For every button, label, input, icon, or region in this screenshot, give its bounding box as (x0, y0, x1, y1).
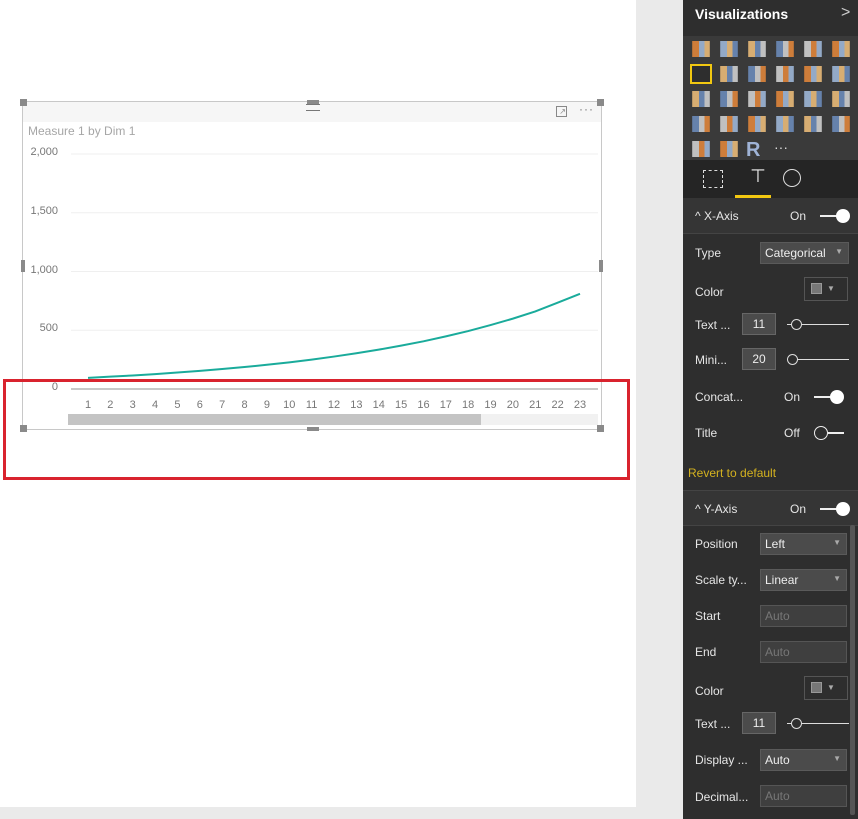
concatenate-state: On (784, 390, 801, 404)
display-units-label: Display ... (695, 753, 748, 767)
y-text-size-input[interactable]: 11 (742, 712, 776, 734)
y-axis-title: Y-Axis (703, 502, 738, 516)
y-color-label: Color (695, 684, 724, 698)
y-text-size-slider[interactable] (787, 718, 849, 729)
display-units-value: Auto (765, 753, 790, 767)
kpi-icon[interactable] (832, 116, 850, 132)
end-label: End (695, 645, 717, 659)
resize-handle-top[interactable] (307, 100, 319, 104)
type-dropdown[interactable]: Categorical ▼ (760, 242, 849, 264)
r-visual-icon[interactable]: R (746, 139, 768, 161)
y-axis-toggle[interactable] (820, 502, 850, 516)
x-text-size-slider[interactable] (787, 319, 849, 330)
start-input[interactable]: Auto (760, 605, 847, 627)
gauge-icon[interactable] (748, 116, 766, 132)
card-icon[interactable] (804, 116, 822, 132)
min-category-width-input[interactable]: 20 (742, 348, 776, 370)
multi-row-card-icon[interactable] (776, 116, 794, 132)
resize-handle-tr[interactable] (597, 99, 604, 106)
clustered-bar-icon[interactable] (748, 41, 766, 57)
y-axis-section-header[interactable]: ^ Y-Axis On (683, 490, 858, 526)
pane-tabs: ⊤ (683, 160, 858, 198)
y-text-size-label: Text ... (695, 717, 731, 731)
x-axis-state: On (790, 209, 807, 223)
start-label: Start (695, 609, 721, 623)
y-color-picker[interactable]: ▼ (804, 676, 848, 700)
treemap-icon[interactable] (748, 91, 766, 107)
y-tick-label: 2,000 (30, 146, 58, 158)
x-axis-title: X-Axis (703, 209, 739, 223)
x-text-size-label: Text ... (695, 318, 731, 332)
type-value: Categorical (765, 246, 826, 260)
x-axis-header: ^ X-Axis (695, 209, 739, 223)
type-label: Type (695, 246, 722, 260)
scale-type-dropdown[interactable]: Linear ▼ (760, 569, 847, 591)
min-category-width-label: Mini... (695, 353, 728, 367)
100-stacked-bar-icon[interactable] (804, 41, 822, 57)
ribbon-chart-icon[interactable] (832, 66, 850, 82)
display-units-dropdown[interactable]: Auto ▼ (760, 749, 847, 771)
x-color-label: Color (695, 285, 724, 299)
stacked-area-icon[interactable] (748, 66, 766, 82)
funnel-icon[interactable] (720, 116, 738, 132)
area-chart-icon[interactable] (720, 66, 738, 82)
y-tick-label: 500 (39, 322, 58, 335)
scatter-icon[interactable] (692, 91, 710, 107)
x-axis-toggle[interactable] (820, 209, 850, 223)
y-tick-label: 1,500 (30, 204, 58, 217)
x-title-state: Off (784, 426, 800, 440)
x-text-size-input[interactable]: 11 (742, 313, 776, 335)
analytics-icon[interactable] (783, 169, 801, 187)
highlight-box (3, 379, 630, 480)
matrix-icon[interactable] (832, 91, 850, 107)
position-label: Position (695, 537, 738, 551)
resize-handle-left[interactable] (21, 260, 25, 272)
pane-title: Visualizations (695, 6, 789, 22)
position-dropdown[interactable]: Left ▼ (760, 533, 847, 555)
pie-icon[interactable] (720, 91, 738, 107)
canvas-background (636, 0, 683, 819)
100-stacked-column-icon[interactable] (832, 41, 850, 57)
filled-map-icon[interactable] (692, 116, 710, 132)
revert-to-default-link[interactable]: Revert to default (688, 466, 776, 480)
table-icon[interactable] (804, 91, 822, 107)
more-visuals-icon[interactable]: ··· (774, 139, 796, 159)
resize-handle-right[interactable] (599, 260, 603, 272)
visual-gallery: R ··· (683, 36, 858, 161)
line-clustered-column-icon[interactable] (804, 66, 822, 82)
decimal-places-input[interactable]: Auto (760, 785, 847, 807)
visualizations-pane: Visualizations > R ··· ⊤ ^ X-Axis On Type… (683, 0, 858, 819)
y-axis-state: On (790, 502, 807, 516)
line-column-icon[interactable] (776, 66, 794, 82)
donut-icon[interactable] (720, 141, 738, 157)
page-scrollbar[interactable] (0, 807, 636, 819)
series-line[interactable] (87, 292, 581, 379)
concatenate-label: Concat... (695, 390, 744, 404)
stacked-column-icon[interactable] (720, 41, 738, 57)
x-color-picker[interactable]: ▼ (804, 277, 848, 301)
chevron-right-icon[interactable]: > (841, 4, 850, 22)
clustered-column-icon[interactable] (776, 41, 794, 57)
resize-handle-tl[interactable] (20, 99, 27, 106)
x-axis-section-header[interactable]: ^ X-Axis On (683, 198, 858, 234)
decimal-places-label: Decimal... (695, 790, 749, 804)
fields-icon[interactable] (703, 170, 723, 188)
scale-type-value: Linear (765, 573, 799, 587)
scale-type-label: Scale ty... (695, 573, 747, 587)
x-title-label: Title (695, 426, 718, 440)
slicer-icon[interactable] (692, 141, 710, 157)
stacked-bar-icon[interactable] (692, 41, 710, 57)
min-category-width-slider[interactable] (787, 354, 849, 365)
format-paintroller-icon[interactable]: ⊤ (745, 166, 771, 192)
line-chart-icon[interactable] (690, 64, 712, 84)
map-icon[interactable] (776, 91, 794, 107)
position-value: Left (765, 537, 786, 551)
x-title-toggle[interactable] (814, 426, 844, 440)
y-axis-header: ^ Y-Axis (695, 502, 738, 516)
pane-scrollbar[interactable] (850, 525, 855, 815)
concatenate-toggle[interactable] (814, 390, 844, 404)
end-input[interactable]: Auto (760, 641, 847, 663)
